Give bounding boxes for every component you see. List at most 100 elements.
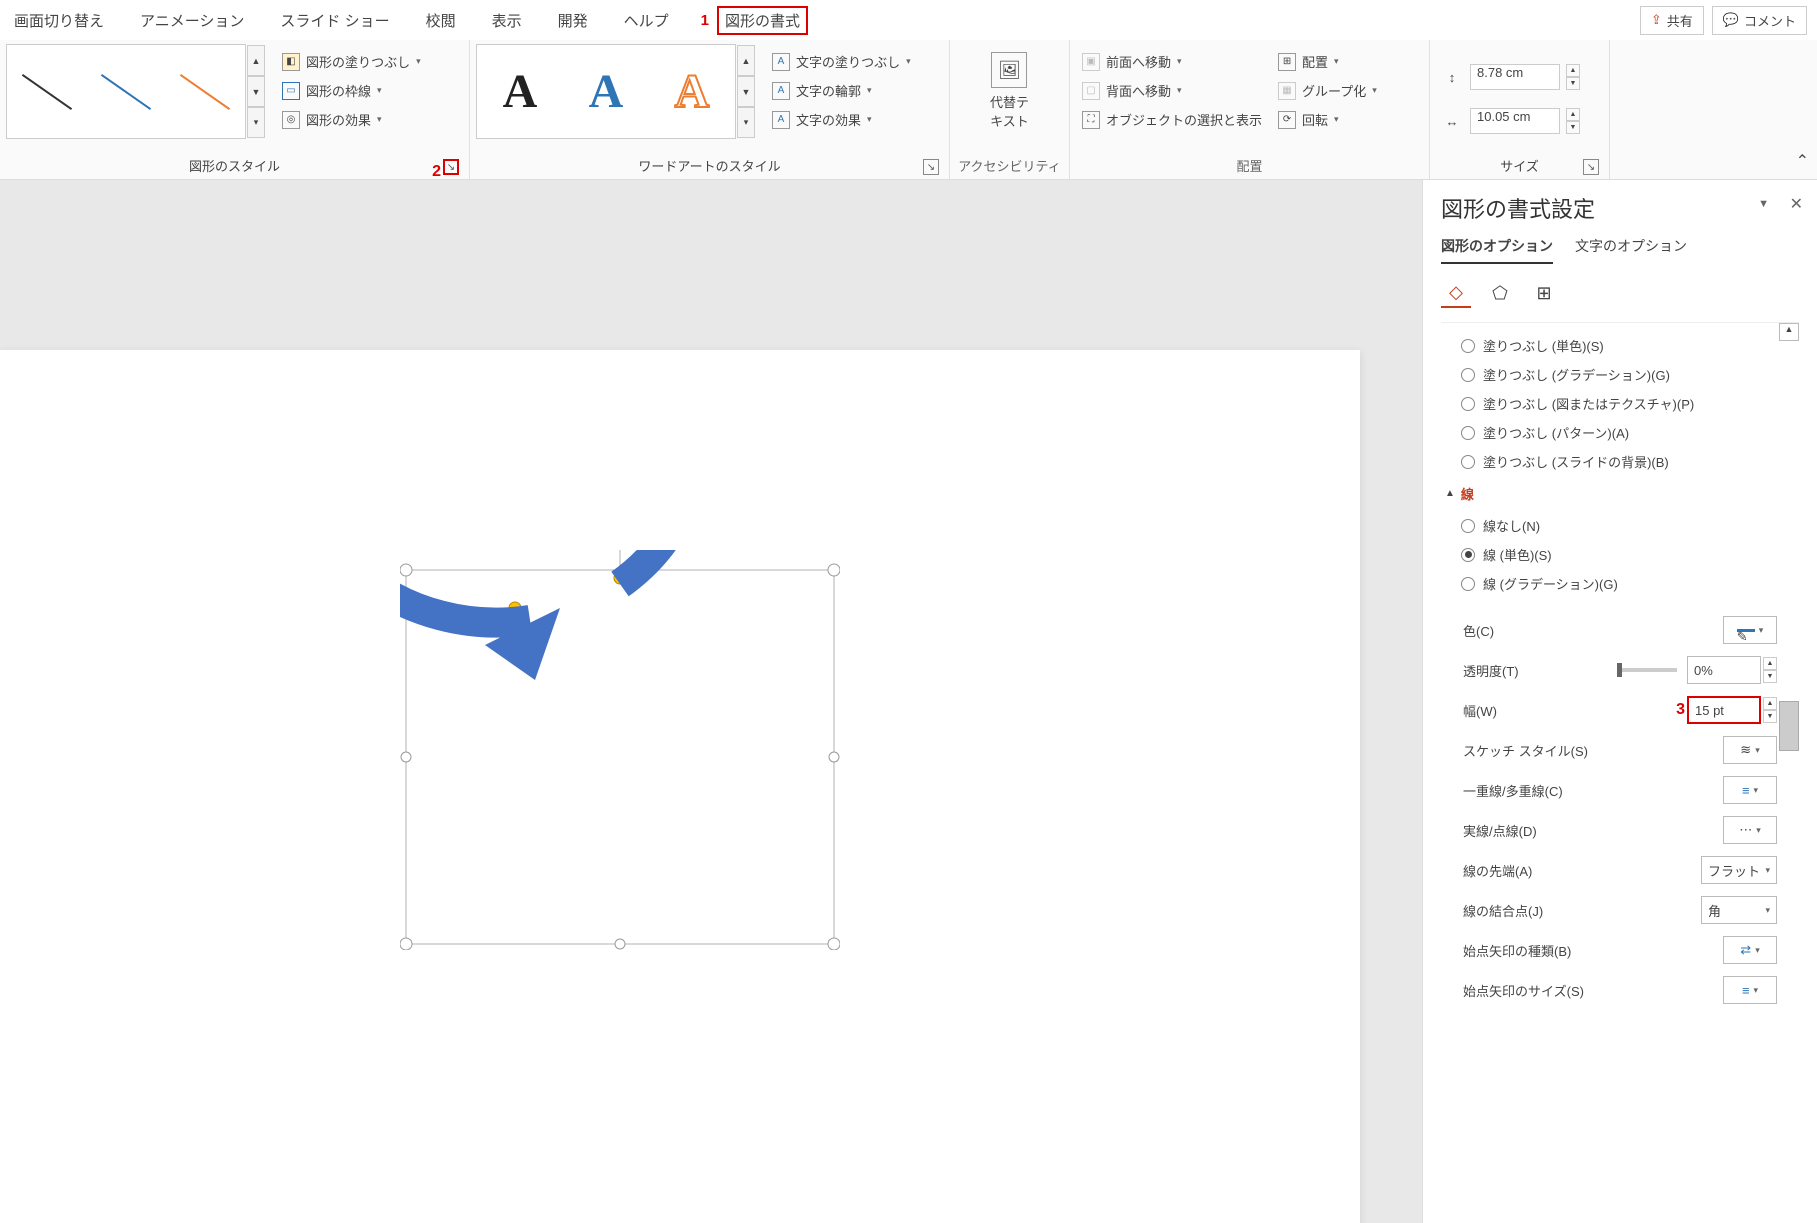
align-icon: ⊞ (1278, 53, 1296, 71)
ribbon: ▲ ▼ ▾ ◧図形の塗りつぶし▾ ▭図形の枠線▾ ◎図形の効果▾ 図形のスタイル… (0, 40, 1817, 180)
sketch-style-dd[interactable]: ≋▾ (1723, 736, 1777, 764)
line-gradient[interactable]: 線 (グラデーション)(G) (1441, 569, 1799, 598)
comment-button[interactable]: 💬コメント (1712, 6, 1807, 35)
height-up[interactable]: ▲ (1566, 64, 1580, 77)
sketch-icon: ≋ (1740, 742, 1751, 758)
cap-type-dd[interactable]: フラット▾ (1701, 856, 1777, 884)
pane-icon-size[interactable]: ⊞ (1529, 278, 1559, 308)
bring-forward-icon: ▣ (1082, 53, 1100, 71)
size-launcher[interactable]: ↘ (1583, 159, 1599, 175)
fill-picture[interactable]: 塗りつぶし (図またはテクスチャ)(P) (1441, 389, 1799, 418)
dash-icon: ⋯ (1739, 822, 1752, 838)
wa-gallery-up[interactable]: ▲ (737, 45, 755, 76)
prop-dash-label: 実線/点線(D) (1463, 821, 1537, 840)
group-label-wordart: ワードアートのスタイル↘ (476, 152, 943, 179)
wordart-launcher[interactable]: ↘ (923, 159, 939, 175)
gallery-down[interactable]: ▼ (247, 76, 265, 107)
share-icon: ⇪ (1651, 12, 1662, 28)
scroll-thumb[interactable] (1779, 701, 1799, 751)
begin-arrow-icon: ⇄ (1740, 942, 1751, 958)
slide-canvas[interactable] (0, 180, 1422, 1223)
height-down[interactable]: ▼ (1566, 77, 1580, 90)
fill-solid[interactable]: 塗りつぶし (単色)(S) (1441, 331, 1799, 360)
begin-arrow-dd[interactable]: ⇄▾ (1723, 936, 1777, 964)
dash-type-dd[interactable]: ⋯▾ (1723, 816, 1777, 844)
tab-animation[interactable]: アニメーション (136, 4, 248, 37)
selection-pane-icon: ⛶ (1082, 111, 1100, 129)
linew-up[interactable]: ▲ (1763, 697, 1777, 710)
outline-icon: ▭ (282, 82, 300, 100)
selected-shape[interactable] (400, 550, 840, 950)
width-down[interactable]: ▼ (1566, 121, 1580, 134)
alt-text-icon: 🖼 (991, 52, 1027, 88)
send-backward: ▢背面へ移動▾ (1080, 79, 1264, 102)
line-solid[interactable]: 線 (単色)(S) (1441, 540, 1799, 569)
pane-dropdown[interactable]: ▼ (1758, 198, 1769, 210)
tab-shape-format[interactable]: 図形の書式 (717, 6, 808, 35)
pane-title: 図形の書式設定 (1441, 192, 1799, 224)
annotation-2: 2 (432, 163, 441, 181)
shape-outline-menu[interactable]: ▭図形の枠線▾ (280, 79, 423, 102)
pane-close[interactable]: ✕ (1790, 194, 1803, 214)
prop-transparency-label: 透明度(T) (1463, 661, 1519, 680)
prop-begin-arrow-label: 始点矢印の種類(B) (1463, 941, 1571, 960)
fill-gradient[interactable]: 塗りつぶし (グラデーション)(G) (1441, 360, 1799, 389)
align-menu[interactable]: ⊞配置▾ (1276, 50, 1379, 73)
join-type-dd[interactable]: 角▾ (1701, 896, 1777, 924)
pane-icon-effects[interactable]: ⬠ (1485, 278, 1515, 308)
begin-size-dd[interactable]: ≡▾ (1723, 976, 1777, 1004)
text-outline-icon: A (772, 82, 790, 100)
line-section-header[interactable]: ▲線 (1441, 476, 1799, 511)
format-shape-pane: 図形の書式設定 ▼ ✕ 図形のオプション 文字のオプション ◇ ⬠ ⊞ 塗りつぶ… (1422, 180, 1817, 1223)
prop-width-label: 幅(W) (1463, 701, 1497, 720)
tab-help[interactable]: ヘルプ (620, 4, 673, 37)
comment-icon: 💬 (1723, 12, 1739, 28)
shape-fill-menu[interactable]: ◧図形の塗りつぶし▾ (280, 50, 423, 73)
text-fill-menu[interactable]: A文字の塗りつぶし▾ (770, 50, 913, 73)
text-effects-menu[interactable]: A文字の効果▾ (770, 108, 913, 131)
text-outline-menu[interactable]: A文字の輪郭▾ (770, 79, 913, 102)
group-menu: ▦グループ化▾ (1276, 79, 1379, 102)
shape-style-gallery[interactable]: ▲ ▼ ▾ (6, 44, 246, 139)
rotate-menu[interactable]: ⟳回転▾ (1276, 108, 1379, 131)
fill-pattern[interactable]: 塗りつぶし (パターン)(A) (1441, 418, 1799, 447)
transparency-input[interactable]: 0% (1687, 656, 1761, 684)
pane-tab-shape[interactable]: 図形のオプション (1441, 236, 1553, 264)
gallery-up[interactable]: ▲ (247, 45, 265, 76)
selection-pane[interactable]: ⛶オブジェクトの選択と表示 (1080, 108, 1264, 131)
trans-down[interactable]: ▼ (1763, 670, 1777, 683)
compound-line-dd[interactable]: ≡▾ (1723, 776, 1777, 804)
tab-review[interactable]: 校閲 (422, 4, 460, 37)
wordart-gallery[interactable]: A A A ▲ ▼ ▾ (476, 44, 736, 139)
fill-slide-bg[interactable]: 塗りつぶし (スライドの背景)(B) (1441, 447, 1799, 476)
line-none[interactable]: 線なし(N) (1441, 511, 1799, 540)
tab-view[interactable]: 表示 (488, 4, 526, 37)
share-button[interactable]: ⇪共有 (1640, 6, 1704, 35)
shape-styles-launcher[interactable]: ↘ (443, 159, 459, 175)
linew-down[interactable]: ▼ (1763, 710, 1777, 723)
shape-effects-menu[interactable]: ◎図形の効果▾ (280, 108, 423, 131)
group-label-accessibility: アクセシビリティ (956, 152, 1063, 179)
line-color-picker[interactable]: ✎▾ (1723, 616, 1777, 644)
pane-tab-text[interactable]: 文字のオプション (1575, 236, 1687, 264)
bring-forward: ▣前面へ移動▾ (1080, 50, 1264, 73)
pane-icon-fill-line[interactable]: ◇ (1441, 278, 1471, 308)
transparency-slider[interactable] (1617, 668, 1677, 672)
width-input[interactable]: 10.05 cm (1470, 108, 1560, 134)
wa-gallery-down[interactable]: ▼ (737, 76, 755, 107)
gallery-more[interactable]: ▾ (247, 107, 265, 138)
tab-slideshow[interactable]: スライド ショー (276, 4, 393, 37)
group-icon: ▦ (1278, 82, 1296, 100)
tab-transition[interactable]: 画面切り替え (10, 4, 108, 37)
annotation-3: 3 (1676, 701, 1685, 719)
ribbon-collapse[interactable]: ⌃ (1796, 151, 1809, 171)
line-width-input[interactable]: 15 pt (1687, 696, 1761, 724)
alt-text-button[interactable]: 🖼 代替テ キスト (978, 44, 1041, 138)
wa-gallery-more[interactable]: ▾ (737, 107, 755, 138)
height-input[interactable]: 8.78 cm (1470, 64, 1560, 90)
pane-scrollbar[interactable]: ▲ (1779, 323, 1799, 1211)
pane-scroll-area[interactable]: 塗りつぶし (単色)(S) 塗りつぶし (グラデーション)(G) 塗りつぶし (… (1441, 322, 1799, 1211)
width-up[interactable]: ▲ (1566, 108, 1580, 121)
tab-developer[interactable]: 開発 (554, 4, 592, 37)
trans-up[interactable]: ▲ (1763, 657, 1777, 670)
